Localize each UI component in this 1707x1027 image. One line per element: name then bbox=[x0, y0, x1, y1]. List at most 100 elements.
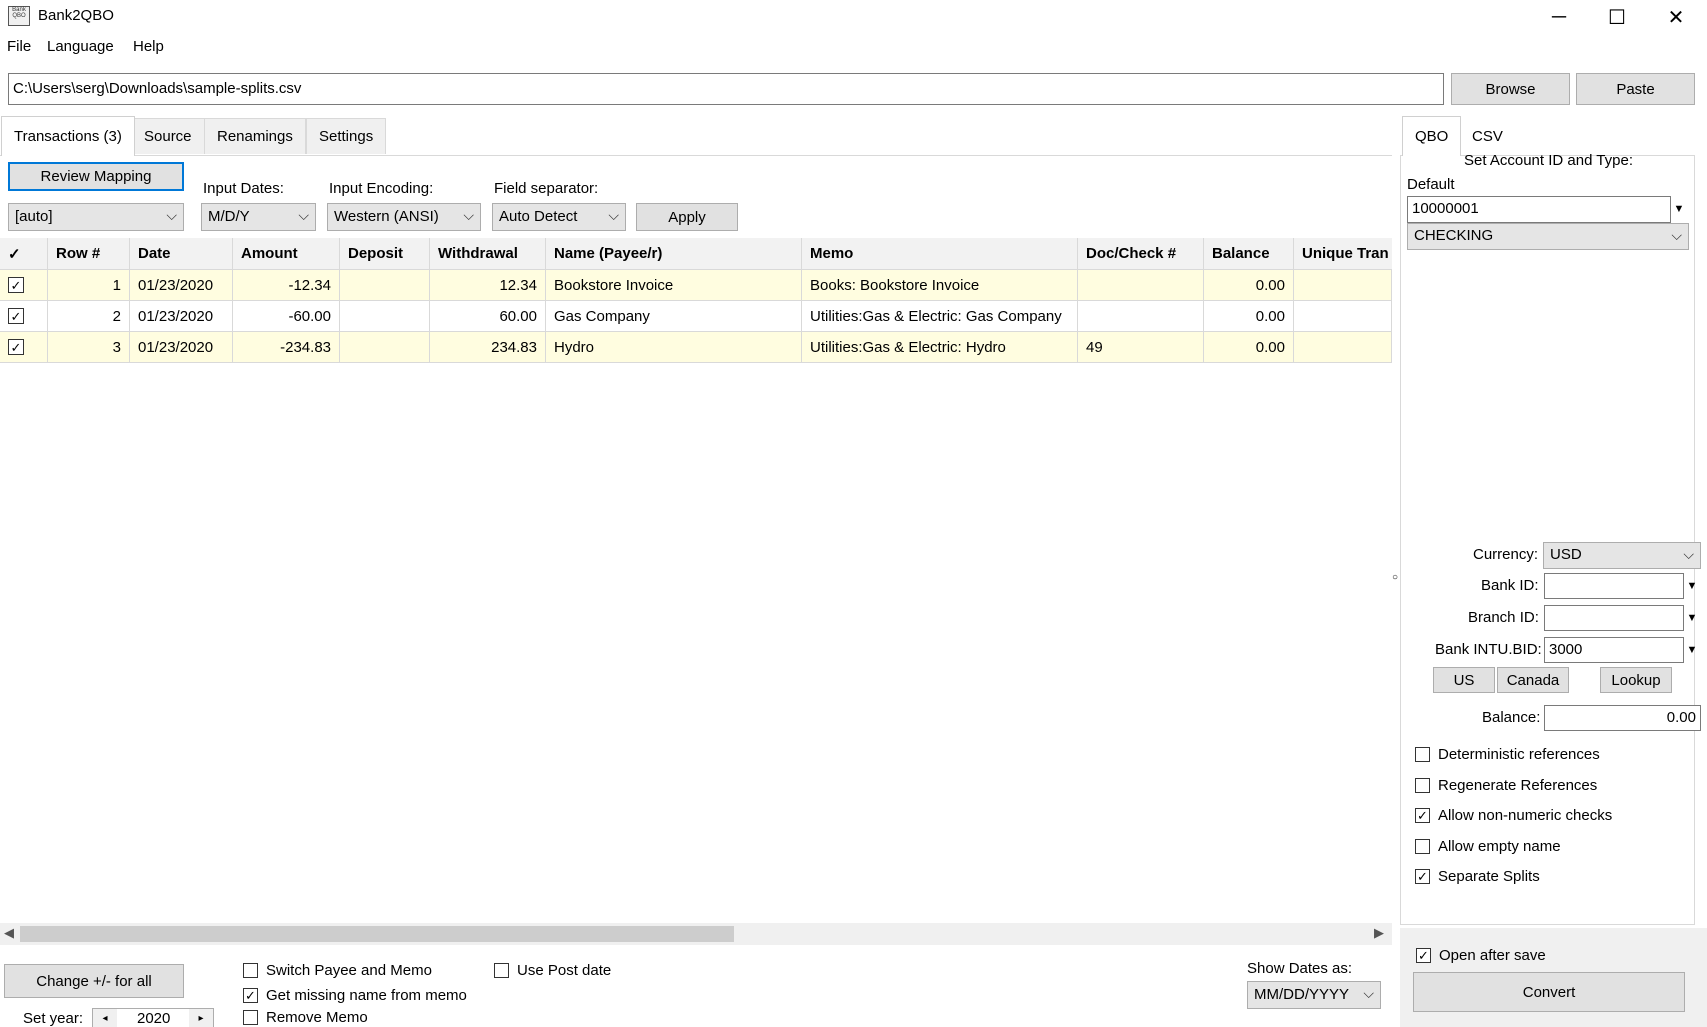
year-value[interactable]: 2020 bbox=[137, 1010, 170, 1027]
switch-payee-checkbox[interactable]: Switch Payee and Memo bbox=[243, 962, 432, 979]
change-sign-button[interactable]: Change +/- for all bbox=[4, 964, 184, 998]
table-row[interactable]: ✓ 3 01/23/2020 -234.83 234.83 Hydro Utilities:… bbox=[0, 332, 1392, 363]
open-after-save-checkbox[interactable]: ✓ Open after save bbox=[1416, 947, 1546, 964]
maximize-button[interactable]: ☐ bbox=[1588, 0, 1646, 34]
file-path-input[interactable]: C:\Users\serg\Downloads\sample-splits.cs… bbox=[8, 73, 1444, 105]
field-separator-select[interactable]: Auto Detect ⌵ bbox=[492, 203, 626, 231]
splitter-handle-icon[interactable]: ○ bbox=[1392, 572, 1398, 583]
row-doc[interactable]: 49 bbox=[1078, 332, 1204, 362]
row-balance[interactable]: 0.00 bbox=[1204, 270, 1294, 300]
row-checkbox[interactable]: ✓ bbox=[0, 301, 48, 331]
col-header-amount[interactable]: Amount bbox=[233, 238, 340, 269]
row-withdrawal[interactable]: 60.00 bbox=[430, 301, 546, 331]
option-checkbox[interactable]: Regenerate References bbox=[1415, 777, 1597, 794]
checkbox-box[interactable]: ✓ bbox=[8, 277, 24, 293]
option-checkbox[interactable]: ✓ Allow non-numeric checks bbox=[1415, 807, 1612, 824]
checkbox-box[interactable] bbox=[494, 963, 509, 978]
row-balance[interactable]: 0.00 bbox=[1204, 301, 1294, 331]
col-header-memo[interactable]: Memo bbox=[802, 238, 1078, 269]
table-row[interactable]: ✓ 1 01/23/2020 -12.34 12.34 Bookstore Invoice… bbox=[0, 270, 1392, 301]
use-post-date-checkbox[interactable]: Use Post date bbox=[494, 962, 611, 979]
row-name[interactable]: Bookstore Invoice bbox=[546, 270, 802, 300]
checkbox-box[interactable] bbox=[1415, 777, 1430, 793]
row-unique[interactable] bbox=[1294, 270, 1392, 300]
balance-input[interactable]: 0.00 bbox=[1544, 705, 1701, 731]
tab-transactions[interactable]: Transactions (3) bbox=[1, 116, 135, 156]
menu-file[interactable]: File bbox=[7, 38, 31, 55]
row-date[interactable]: 01/23/2020 bbox=[130, 332, 233, 362]
review-mapping-button[interactable]: Review Mapping bbox=[8, 162, 184, 191]
tab-renamings[interactable]: Renamings bbox=[204, 118, 306, 154]
bank-id-input[interactable] bbox=[1544, 573, 1684, 599]
account-id-input[interactable]: 10000001 bbox=[1407, 196, 1671, 223]
tab-source[interactable]: Source bbox=[131, 118, 205, 154]
row-number[interactable]: 1 bbox=[48, 270, 130, 300]
checkbox-box[interactable] bbox=[243, 963, 258, 978]
table-row[interactable]: ✓ 2 01/23/2020 -60.00 60.00 Gas Company Utilit… bbox=[0, 301, 1392, 332]
row-deposit[interactable] bbox=[340, 270, 430, 300]
col-header-deposit[interactable]: Deposit bbox=[340, 238, 430, 269]
paste-button[interactable]: Paste bbox=[1576, 73, 1695, 105]
row-amount[interactable]: -12.34 bbox=[233, 270, 340, 300]
row-unique[interactable] bbox=[1294, 332, 1392, 362]
close-button[interactable]: ✕ bbox=[1647, 0, 1705, 34]
bank-id-dropdown-icon[interactable]: ▼ bbox=[1684, 573, 1700, 599]
remove-memo-checkbox[interactable]: Remove Memo bbox=[243, 1009, 368, 1026]
checkbox-box[interactable] bbox=[1415, 747, 1430, 762]
tab-settings[interactable]: Settings bbox=[306, 118, 387, 154]
row-name[interactable]: Gas Company bbox=[546, 301, 802, 331]
year-prev-icon[interactable]: ◂ bbox=[93, 1009, 117, 1027]
row-amount[interactable]: -60.00 bbox=[233, 301, 340, 331]
year-next-icon[interactable]: ▸ bbox=[189, 1009, 213, 1027]
minimize-button[interactable]: ─ bbox=[1530, 0, 1588, 34]
scroll-left-icon[interactable]: ◀ bbox=[4, 925, 14, 941]
menu-language[interactable]: Language bbox=[47, 38, 114, 55]
account-id-dropdown-icon[interactable]: ▼ bbox=[1671, 196, 1687, 222]
row-name[interactable]: Hydro bbox=[546, 332, 802, 362]
row-number[interactable]: 3 bbox=[48, 332, 130, 362]
row-doc[interactable] bbox=[1078, 301, 1204, 331]
col-header-doc[interactable]: Doc/Check # bbox=[1078, 238, 1204, 269]
col-header-date[interactable]: Date bbox=[130, 238, 233, 269]
row-memo[interactable]: Books: Bookstore Invoice bbox=[802, 270, 1078, 300]
checkbox-box[interactable]: ✓ bbox=[243, 988, 258, 1003]
convert-button[interactable]: Convert bbox=[1413, 972, 1685, 1012]
checkbox-box[interactable]: ✓ bbox=[1415, 808, 1430, 823]
currency-select[interactable]: USD ⌵ bbox=[1543, 542, 1701, 569]
row-number[interactable]: 2 bbox=[48, 301, 130, 331]
checkbox-box[interactable] bbox=[1415, 838, 1430, 854]
branch-id-dropdown-icon[interactable]: ▼ bbox=[1684, 605, 1700, 631]
input-encoding-select[interactable]: Western (ANSI) ⌵ bbox=[327, 203, 481, 231]
tab-qbo[interactable]: QBO bbox=[1402, 116, 1462, 156]
row-deposit[interactable] bbox=[340, 332, 430, 362]
scrollbar-thumb[interactable] bbox=[20, 926, 734, 942]
intu-bid-input[interactable]: 3000 bbox=[1544, 637, 1684, 663]
checkbox-box[interactable]: ✓ bbox=[8, 308, 24, 324]
apply-button[interactable]: Apply bbox=[636, 203, 738, 231]
intu-bid-dropdown-icon[interactable]: ▼ bbox=[1684, 637, 1700, 663]
row-memo[interactable]: Utilities:Gas & Electric: Gas Company bbox=[802, 301, 1078, 331]
branch-id-input[interactable] bbox=[1544, 605, 1684, 631]
row-unique[interactable] bbox=[1294, 301, 1392, 331]
option-checkbox[interactable]: Deterministic references bbox=[1415, 746, 1600, 763]
row-doc[interactable] bbox=[1078, 270, 1204, 300]
row-memo[interactable]: Utilities:Gas & Electric: Hydro bbox=[802, 332, 1078, 362]
menu-help[interactable]: Help bbox=[133, 38, 164, 55]
col-header-name[interactable]: Name (Payee/r) bbox=[546, 238, 802, 269]
year-spinner[interactable]: ◂ 2020 ▸ bbox=[92, 1008, 214, 1027]
row-deposit[interactable] bbox=[340, 301, 430, 331]
col-header-check[interactable]: ✓ bbox=[0, 238, 48, 269]
row-amount[interactable]: -234.83 bbox=[233, 332, 340, 362]
option-checkbox[interactable]: ✓ Separate Splits bbox=[1415, 868, 1540, 885]
row-date[interactable]: 01/23/2020 bbox=[130, 270, 233, 300]
get-missing-name-checkbox[interactable]: ✓ Get missing name from memo bbox=[243, 987, 467, 1004]
canada-button[interactable]: Canada bbox=[1497, 667, 1569, 693]
col-header-unique[interactable]: Unique Tran bbox=[1294, 238, 1392, 269]
row-checkbox[interactable]: ✓ bbox=[0, 332, 48, 362]
scroll-right-icon[interactable]: ▶ bbox=[1374, 925, 1384, 941]
row-checkbox[interactable]: ✓ bbox=[0, 270, 48, 300]
mapping-select[interactable]: [auto] ⌵ bbox=[8, 203, 184, 231]
horizontal-scrollbar[interactable]: ◀ ▶ bbox=[0, 923, 1392, 945]
us-button[interactable]: US bbox=[1433, 667, 1495, 693]
checkbox-box[interactable]: ✓ bbox=[1416, 948, 1431, 963]
